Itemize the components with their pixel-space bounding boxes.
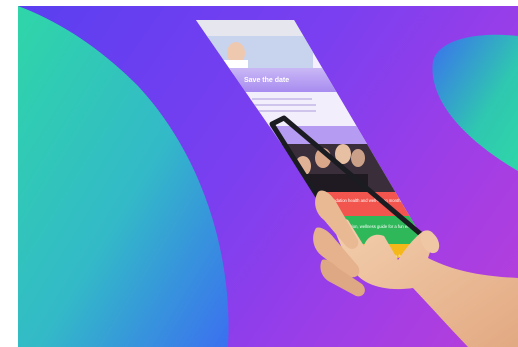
screen-header-title: Save the date <box>244 77 289 84</box>
image-frame: Save the date The SAT foundation health … <box>0 0 518 347</box>
right-leaf-shape <box>432 34 518 171</box>
hero-illustration: Save the date The SAT foundation health … <box>18 6 518 347</box>
green-card-text: Celebration, wellness guide for a fun em… <box>336 224 466 229</box>
left-leaf-shape <box>18 6 229 347</box>
hero-image: Save the date The SAT foundation health … <box>18 6 518 347</box>
